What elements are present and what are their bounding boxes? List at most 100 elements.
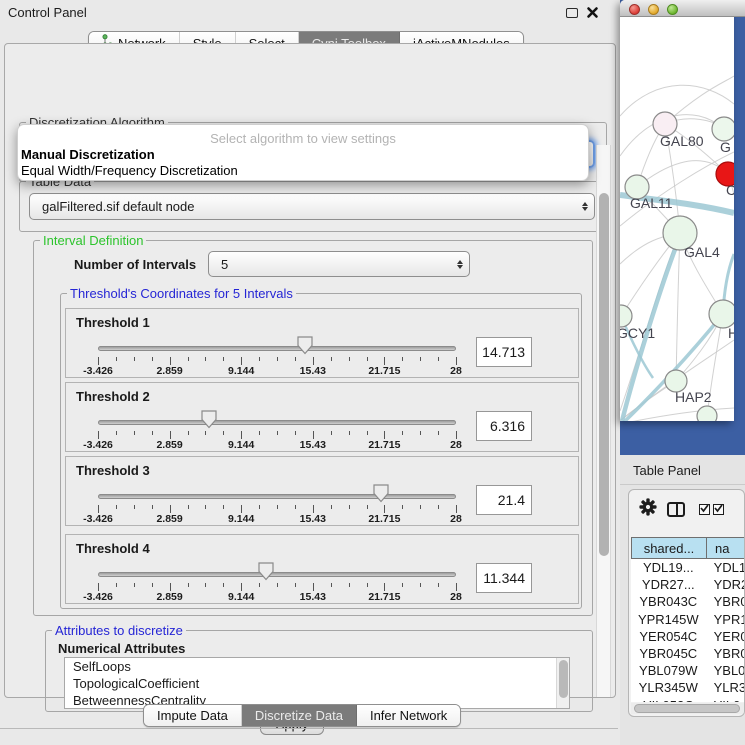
tab-discretize-data[interactable]: Discretize Data (242, 705, 357, 726)
thresholds-group: Threshold's Coordinates for 5 Intervals … (60, 293, 582, 609)
slider-tick-labels: -3.4262.8599.14415.4321.71528 (98, 513, 456, 524)
slider-track[interactable] (98, 494, 456, 499)
threshold-value-field[interactable]: 14.713 (476, 337, 532, 367)
table-row[interactable]: YBR043CYBR0 (631, 593, 745, 610)
cell-name: YPR1 (706, 611, 745, 628)
cell-shared-name: YBR043C (631, 593, 706, 610)
table-row[interactable]: YBR045CYBR0 (631, 645, 745, 662)
threshold-box-2: Threshold 2-3.4262.8599.14415.4321.71528… (65, 382, 579, 452)
network-window-titlebar[interactable] (620, 0, 745, 17)
slider-thumb[interactable] (373, 484, 389, 503)
table-rows: YDL19...YDL1YDR27...YDR2YBR043CYBR0YPR14… (631, 559, 745, 702)
algorithm-option-manual-discretization[interactable]: Manual Discretization (18, 146, 588, 162)
tab-label: Discretize Data (255, 705, 343, 726)
close-traffic-light-icon[interactable] (629, 4, 640, 15)
cell-shared-name: YIL052C (631, 697, 706, 703)
slider-track[interactable] (98, 572, 456, 577)
algorithm-dropdown-popup: Select algorithm to view settings Manual… (17, 124, 589, 181)
node-label: GAL80 (660, 133, 704, 149)
group-title: Interval Definition (40, 233, 146, 248)
table-row[interactable]: YDR27...YDR2 (631, 576, 745, 593)
attribute-item[interactable]: SelfLoops (65, 658, 569, 675)
cell-name: YLR3 (706, 679, 745, 696)
cell-name: YDL1 (706, 559, 745, 576)
table-widget: shared...na YDL19...YDL1YDR27...YDR2YBR0… (628, 489, 745, 717)
slider-tick-labels: -3.4262.8599.14415.4321.71528 (98, 365, 456, 376)
table-row[interactable]: YDL19...YDL1 (631, 559, 745, 576)
tab-infer-network[interactable]: Infer Network (357, 705, 460, 726)
panel-title: Control Panel (8, 5, 87, 20)
column-header-na[interactable]: na (707, 537, 745, 559)
group-title: Attributes to discretize (52, 623, 186, 638)
tab-label: Infer Network (370, 705, 447, 726)
slider-thumb[interactable] (258, 562, 274, 581)
node-label: GAL11 (630, 195, 673, 211)
table-row[interactable]: YPR145WYPR1 (631, 611, 745, 628)
close-icon[interactable] (586, 6, 599, 19)
checkbox-icon[interactable] (713, 504, 724, 515)
node-label: H (728, 325, 734, 341)
network-node[interactable] (697, 406, 717, 421)
minimize-traffic-light-icon[interactable] (648, 4, 659, 15)
cyni-toolbox-content: Discretization Algorithm Select algorith… (4, 43, 616, 698)
network-window[interactable]: GAL80GCGAL11GAL4GCY1HHAP2 (620, 0, 734, 421)
threshold-value-field[interactable]: 21.4 (476, 485, 532, 515)
column-view-icon[interactable] (667, 502, 685, 517)
table-row[interactable]: YBL079WYBL0 (631, 662, 745, 679)
node-label: G (720, 139, 731, 155)
table-hscrollbar[interactable] (631, 703, 744, 714)
bottom-tab-bar: Impute Data Discretize Data Infer Network (143, 704, 461, 727)
cell-name: YBL0 (706, 662, 745, 679)
node-label: GAL4 (684, 244, 720, 260)
table-row[interactable]: YIL052CYIL0 (631, 697, 745, 703)
network-node-gcy1[interactable] (620, 305, 632, 327)
numerical-attributes-list[interactable]: SelfLoopsTopologicalCoefficientBetweenne… (64, 657, 570, 709)
combo-stepper-icon (451, 260, 469, 269)
network-node-g[interactable] (712, 117, 734, 141)
table-header-row: shared...na (631, 537, 745, 559)
slider-thumb[interactable] (201, 410, 217, 429)
table-toolbar (629, 496, 744, 522)
table-panel-title: Table Panel (633, 463, 701, 478)
attribute-item[interactable]: TopologicalCoefficient (65, 675, 569, 692)
threshold-value-field[interactable]: 11.344 (476, 563, 532, 593)
panel-scrollbar[interactable] (596, 145, 611, 697)
slider-track[interactable] (98, 420, 456, 425)
gear-icon[interactable] (639, 498, 657, 521)
table-row[interactable]: YER054CYER0 (631, 628, 745, 645)
algorithm-option-equal-width-frequency-discretization[interactable]: Equal Width/Frequency Discretization (18, 162, 588, 178)
cell-shared-name: YER054C (631, 628, 706, 645)
number-of-intervals-select[interactable]: 5 (208, 251, 470, 277)
cell-shared-name: YDR27... (631, 576, 706, 593)
number-of-intervals-value: 5 (209, 257, 451, 272)
zoom-traffic-light-icon[interactable] (667, 4, 678, 15)
table-panel: Table Panel (620, 455, 745, 745)
table-row[interactable]: YLR345WYLR3 (631, 679, 745, 696)
float-panel-icon[interactable] (566, 8, 578, 18)
cell-name: YBR0 (706, 593, 745, 610)
slider-track[interactable] (98, 346, 456, 351)
network-node-h[interactable] (709, 300, 734, 328)
cell-shared-name: YBL079W (631, 662, 706, 679)
attributes-scrollbar[interactable] (556, 658, 569, 708)
threshold-value-field[interactable]: 6.316 (476, 411, 532, 441)
cell-shared-name: YBR045C (631, 645, 706, 662)
column-header-shared-[interactable]: shared... (631, 537, 707, 559)
number-of-intervals-label: Number of Intervals (74, 257, 196, 272)
table-data-select[interactable]: galFiltered.sif default node (29, 193, 595, 220)
combo-stepper-icon (576, 202, 594, 211)
cell-name: YDR2 (706, 576, 745, 593)
network-desktop: GAL80GCGAL11GAL4GCY1HHAP2 (620, 0, 745, 455)
cell-name: YER0 (706, 628, 745, 645)
group-title: Threshold's Coordinates for 5 Intervals (67, 286, 296, 301)
network-canvas[interactable]: GAL80GCGAL11GAL4GCY1HHAP2 (620, 17, 734, 421)
interval-definition-group: Interval Definition Number of Intervals … (33, 240, 593, 616)
tab-impute-data[interactable]: Impute Data (144, 705, 242, 726)
cell-name: YBR0 (706, 645, 745, 662)
slider-thumb[interactable] (297, 336, 313, 355)
algorithm-prompt: Select algorithm to view settings (18, 125, 588, 146)
checkbox-icon[interactable] (699, 504, 710, 515)
threshold-label: Threshold 4 (76, 541, 150, 556)
network-edge (637, 161, 728, 187)
network-edge (620, 85, 734, 116)
